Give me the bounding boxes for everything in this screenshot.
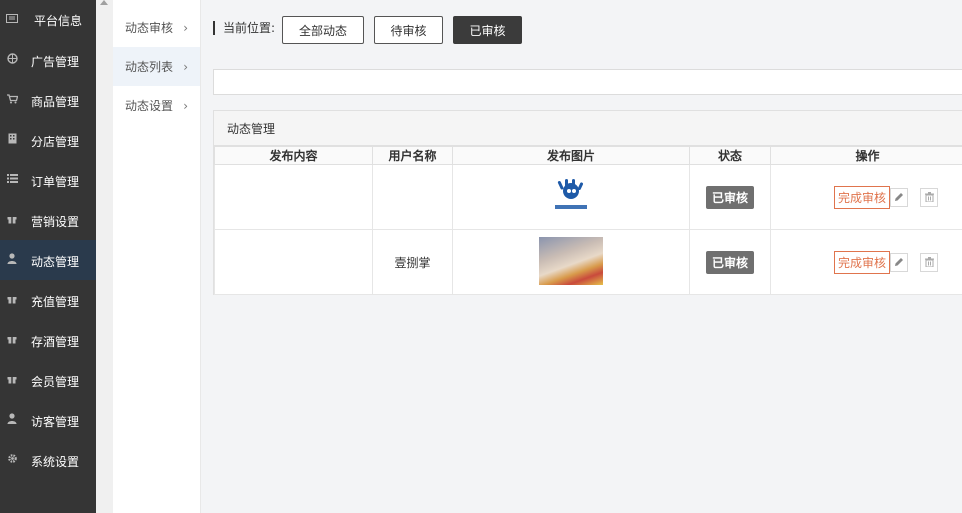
cell-actions: 完成审核 (770, 229, 962, 295)
sub-menu: 动态审核 › 动态列表 › 动态设置 › (113, 0, 201, 513)
cell-user (372, 164, 453, 230)
chevron-right-icon: › (183, 20, 188, 35)
sidebar-item-branches[interactable]: 分店管理 (0, 120, 96, 160)
sidebar-item-label: 订单管理 (31, 175, 80, 189)
scroll-up-arrow-icon[interactable] (100, 0, 108, 5)
sidebar-item-label: 动态管理 (31, 255, 80, 269)
pencil-icon (895, 258, 904, 266)
sidebar-item-label: 充值管理 (31, 295, 80, 309)
table-row: 壹捌掌 已审核 完成审核 (214, 229, 962, 295)
user-icon (6, 413, 18, 427)
sidebar-item-wine-storage[interactable]: 存酒管理 (0, 320, 96, 360)
building-icon (6, 133, 18, 147)
sidebar-item-label: 存酒管理 (31, 335, 80, 349)
gift-icon (6, 374, 18, 387)
main-sidebar: 平台信息 广告管理 商品管理 分店管理 订单管理 营销设置 动态管理 充值管理 … (0, 0, 96, 513)
sidebar-item-orders[interactable]: 订单管理 (0, 160, 96, 200)
cell-actions: 完成审核 (770, 164, 962, 230)
gear-icon (6, 453, 18, 467)
gift-icon (6, 334, 18, 347)
chevron-right-icon: › (183, 59, 188, 74)
submenu-item-settings[interactable]: 动态设置 › (113, 86, 200, 125)
cell-user: 壹捌掌 (372, 229, 453, 295)
sidebar-item-label: 会员管理 (31, 375, 80, 389)
status-badge: 已审核 (705, 250, 754, 274)
sidebar-item-label: 访客管理 (31, 415, 80, 429)
delete-button[interactable] (920, 252, 939, 272)
table-row: 已审核 完成审核 (214, 164, 962, 230)
column-header: 操作 (770, 146, 962, 165)
submenu-item-list[interactable]: 动态列表 › (113, 47, 200, 86)
submenu-item-review[interactable]: 动态审核 › (113, 8, 200, 47)
dynamics-table: 发布内容 用户名称 发布图片 状态 操作 已审核 完成审核 壹捌掌 已审核 完成… (214, 146, 962, 295)
sidebar-item-products[interactable]: 商品管理 (0, 80, 96, 120)
sidebar-item-recharge[interactable]: 充值管理 (0, 280, 96, 320)
gift-icon (6, 214, 18, 227)
breadcrumb-label: 当前位置: (223, 21, 276, 35)
complete-review-button[interactable]: 完成审核 (834, 185, 891, 209)
sidebar-item-label: 商品管理 (31, 95, 80, 109)
pencil-icon (895, 193, 904, 201)
sidebar-item-marketing[interactable]: 营销设置 (0, 200, 96, 240)
cell-content (214, 164, 373, 230)
cell-status: 已审核 (689, 164, 771, 230)
trash-icon (924, 192, 934, 202)
cell-image (452, 229, 690, 295)
cart-icon (6, 93, 18, 107)
user-icon (6, 253, 18, 267)
delete-button[interactable] (920, 187, 939, 207)
tab-reviewed[interactable]: 已审核 (453, 16, 522, 44)
globe-icon (6, 53, 18, 67)
post-photo-image[interactable] (539, 236, 603, 285)
trash-icon (924, 257, 934, 267)
monitor-icon (6, 13, 18, 27)
column-header: 发布图片 (452, 146, 690, 165)
list-icon (6, 174, 18, 186)
tab-all-dynamics[interactable]: 全部动态 (282, 16, 364, 44)
cell-status: 已审核 (689, 229, 771, 295)
chevron-right-icon: › (183, 98, 188, 113)
column-header: 发布内容 (214, 146, 373, 165)
cell-content (214, 229, 373, 295)
column-header: 用户名称 (372, 146, 453, 165)
breadcrumb-marker (213, 20, 215, 35)
tab-pending-review[interactable]: 待审核 (374, 16, 443, 44)
sidebar-item-settings[interactable]: 系统设置 (0, 440, 96, 480)
column-header: 状态 (689, 146, 771, 165)
sidebar-item-members[interactable]: 会员管理 (0, 360, 96, 400)
sidebar-item-label: 营销设置 (31, 215, 80, 229)
sidebar-scrollbar[interactable] (96, 0, 113, 513)
company-logo-image[interactable] (549, 178, 593, 213)
main-content: 当前位置: 全部动态 待审核 已审核 动态管理 发布内容 用户名称 发布图片 状… (201, 0, 962, 513)
sidebar-item-label: 广告管理 (31, 55, 80, 69)
filter-bar[interactable] (213, 69, 962, 95)
breadcrumb: 当前位置: (213, 19, 283, 36)
status-badge: 已审核 (705, 185, 754, 209)
sidebar-item-ads[interactable]: 广告管理 (0, 40, 96, 80)
submenu-item-label: 动态列表 (125, 60, 174, 74)
table-header-row: 发布内容 用户名称 发布图片 状态 操作 (214, 146, 962, 165)
edit-button[interactable] (890, 252, 909, 272)
gift-icon (6, 294, 18, 307)
sidebar-item-label: 系统设置 (31, 455, 80, 469)
sidebar-item-label: 分店管理 (31, 135, 80, 149)
complete-review-button[interactable]: 完成审核 (834, 250, 891, 274)
sidebar-item-label: 平台信息 (34, 14, 83, 28)
edit-button[interactable] (890, 187, 909, 207)
sidebar-item-platform[interactable]: 平台信息 (0, 0, 96, 40)
dynamics-panel: 动态管理 发布内容 用户名称 发布图片 状态 操作 已审核 完成审核 壹捌掌 已… (213, 110, 962, 295)
submenu-item-label: 动态设置 (125, 99, 174, 113)
cell-image (452, 164, 690, 230)
sidebar-item-dynamics[interactable]: 动态管理 (0, 240, 96, 280)
sidebar-item-visitors[interactable]: 访客管理 (0, 400, 96, 440)
panel-title: 动态管理 (214, 111, 962, 146)
submenu-item-label: 动态审核 (125, 21, 174, 35)
